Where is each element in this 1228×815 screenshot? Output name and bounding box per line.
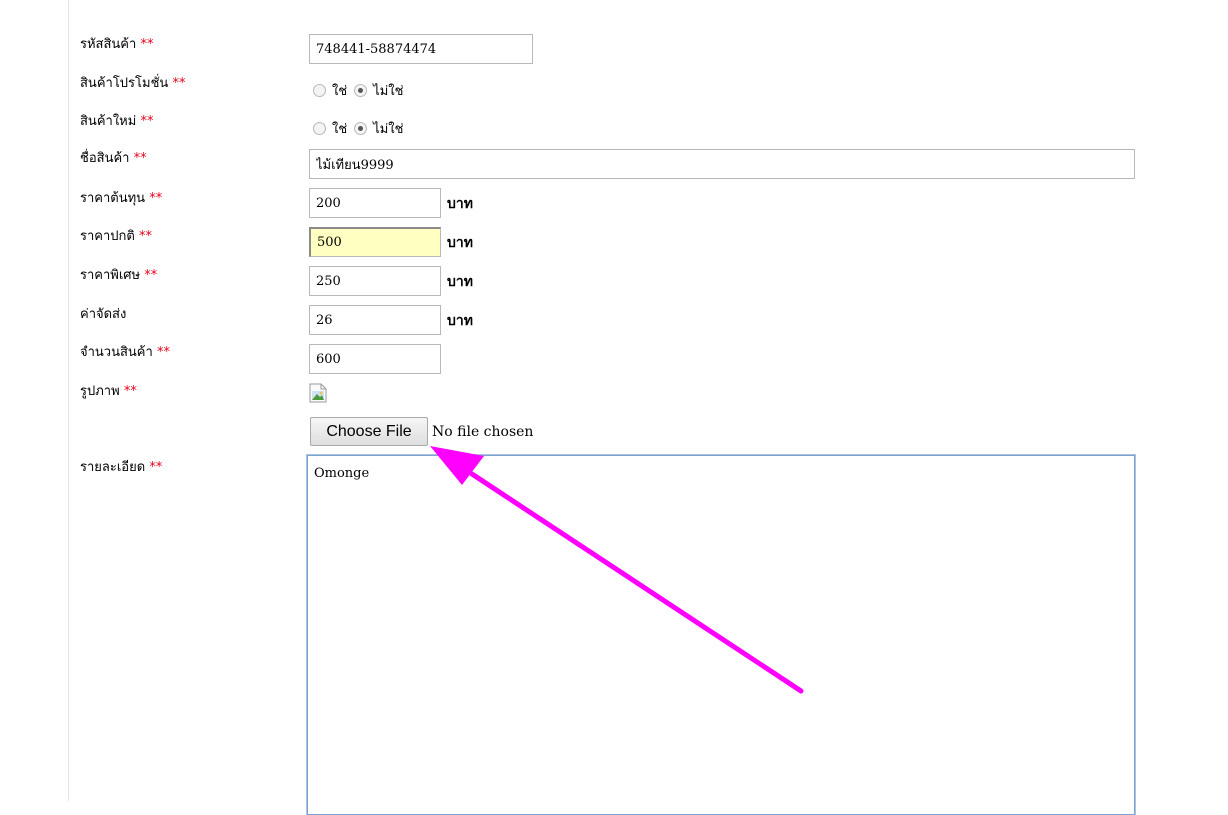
product-code-input[interactable]	[309, 34, 533, 64]
cost-price-input[interactable]	[309, 188, 441, 218]
product-name-input[interactable]	[309, 149, 1135, 179]
file-status-text: No file chosen	[432, 424, 534, 440]
image-label: รูปภาพ **	[80, 384, 137, 399]
broken-image-icon	[309, 383, 327, 403]
shipping-label: ค่าจัดส่ง	[80, 307, 127, 322]
quantity-label: จำนวนสินค้า **	[80, 345, 170, 360]
special-price-label: ราคาพิเศษ **	[80, 268, 158, 283]
details-textarea[interactable]: Omonge	[307, 455, 1135, 815]
new-product-no-radio[interactable]	[354, 121, 368, 135]
promotion-yes-radio[interactable]	[313, 83, 326, 97]
new-product-no-label: ไม่ใช่	[373, 121, 404, 137]
cost-price-unit: บาท	[447, 196, 473, 212]
cost-price-label: ราคาต้นทุน **	[80, 191, 163, 206]
new-product-radio-group: ใช่ ไม่ใช่	[313, 119, 410, 137]
promotion-label: สินค้าโปรโมชั่น **	[80, 76, 186, 91]
shipping-unit: บาท	[447, 313, 473, 329]
shipping-input[interactable]	[309, 305, 441, 335]
product-code-label: รหัสสินค้า **	[80, 37, 154, 52]
product-name-label: ชื่อสินค้า **	[80, 151, 147, 166]
special-price-unit: บาท	[447, 274, 473, 290]
promotion-no-label: ไม่ใช่	[373, 83, 404, 99]
normal-price-label: ราคาปกติ **	[80, 229, 152, 244]
normal-price-input[interactable]	[309, 227, 441, 257]
promotion-radio-group: ใช่ ไม่ใช่	[313, 81, 410, 99]
special-price-input[interactable]	[309, 266, 441, 296]
new-product-yes-radio[interactable]	[313, 121, 326, 135]
new-product-yes-label: ใช่	[332, 121, 348, 137]
promotion-no-radio[interactable]	[354, 83, 368, 97]
details-label: รายละเอียด **	[80, 460, 163, 475]
promotion-yes-label: ใช่	[332, 83, 348, 99]
new-product-label: สินค้าใหม่ **	[80, 114, 154, 129]
choose-file-button[interactable]: Choose File	[310, 417, 428, 446]
left-divider	[68, 0, 69, 801]
normal-price-unit: บาท	[447, 235, 473, 251]
quantity-input[interactable]	[309, 344, 441, 374]
